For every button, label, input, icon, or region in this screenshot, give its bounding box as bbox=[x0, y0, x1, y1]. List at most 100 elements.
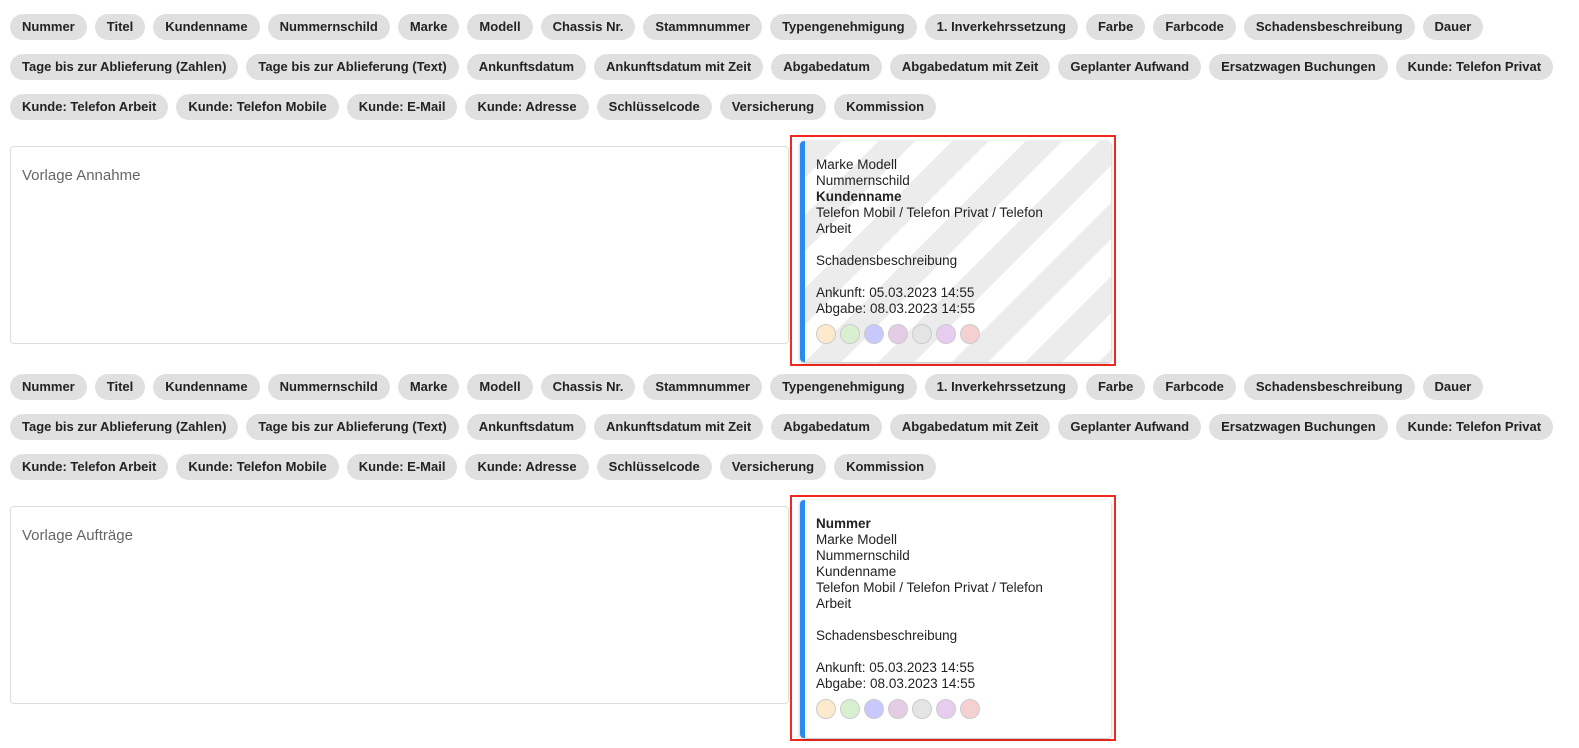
placeholder-chip[interactable]: Nummer bbox=[10, 14, 87, 40]
placeholder-chip[interactable]: Titel bbox=[94, 374, 146, 400]
preview-card-annahme: Marke Modell Nummernschild Kundenname Telef… bbox=[800, 141, 1111, 362]
preview-line: Ankunft: 05.03.2023 14:55 bbox=[816, 660, 975, 675]
placeholder-chip[interactable]: Modell bbox=[467, 374, 533, 400]
placeholder-chip[interactable]: Abgabedatum bbox=[771, 414, 882, 440]
placeholder-chip[interactable]: Kunde: Telefon Arbeit bbox=[10, 454, 169, 480]
placeholder-chip[interactable]: Abgabedatum mit Zeit bbox=[889, 54, 1051, 80]
placeholder-chip[interactable]: Schlüsselcode bbox=[596, 454, 712, 480]
placeholder-chip[interactable]: Ankunftsdatum bbox=[466, 54, 587, 80]
color-swatch[interactable] bbox=[840, 699, 860, 719]
preview-line bbox=[816, 269, 1100, 285]
placeholder-chip[interactable]: Typengenehmigung bbox=[770, 14, 917, 40]
placeholder-chip[interactable]: Schlüsselcode bbox=[596, 94, 712, 120]
placeholder-chip[interactable]: Schadensbeschreibung bbox=[1243, 14, 1415, 40]
placeholder-chip[interactable]: 1. Inverkehrssetzung bbox=[924, 14, 1078, 40]
placeholder-chip[interactable]: Tage bis zur Ablieferung (Text) bbox=[246, 54, 459, 80]
placeholder-chip[interactable]: Kunde: Adresse bbox=[465, 94, 589, 120]
preview-line bbox=[816, 612, 1100, 628]
color-swatches bbox=[816, 324, 1100, 344]
placeholder-chip[interactable]: Typengenehmigung bbox=[770, 374, 917, 400]
preview-card-auftraege: Nummer Marke Modell Nummernschild Kundennam… bbox=[800, 500, 1111, 738]
preview-line: Arbeit bbox=[816, 221, 852, 236]
placeholder-chip[interactable]: Kunde: Adresse bbox=[465, 454, 589, 480]
color-swatch[interactable] bbox=[888, 699, 908, 719]
placeholder-chip[interactable]: Farbcode bbox=[1153, 14, 1236, 40]
placeholder-chip[interactable]: Farbe bbox=[1085, 14, 1146, 40]
placeholder-chip[interactable]: Titel bbox=[94, 14, 146, 40]
placeholder-chip[interactable]: Geplanter Aufwand bbox=[1058, 414, 1202, 440]
placeholder-chip[interactable]: Geplanter Aufwand bbox=[1058, 54, 1202, 80]
color-swatch[interactable] bbox=[864, 699, 884, 719]
placeholder-chip[interactable]: Kunde: E-Mail bbox=[346, 454, 458, 480]
preview-line bbox=[816, 644, 1100, 660]
preview-line bbox=[816, 237, 1100, 253]
placeholder-chip[interactable]: Nummernschild bbox=[267, 374, 390, 400]
placeholder-chip[interactable]: Modell bbox=[467, 14, 533, 40]
template-placeholder: Vorlage Aufträge bbox=[22, 527, 133, 544]
placeholder-chip[interactable]: Marke bbox=[397, 374, 460, 400]
placeholder-chip[interactable]: Chassis Nr. bbox=[540, 14, 636, 40]
placeholder-chip[interactable]: Stammnummer bbox=[643, 14, 763, 40]
color-swatch[interactable] bbox=[912, 699, 932, 719]
placeholder-chip[interactable]: Kommission bbox=[834, 454, 937, 480]
placeholder-chip[interactable]: Kunde: Telefon Privat bbox=[1395, 414, 1554, 440]
color-swatches bbox=[816, 699, 1100, 719]
color-swatch[interactable] bbox=[888, 324, 908, 344]
template-placeholder: Vorlage Annahme bbox=[22, 167, 141, 184]
template-input-auftraege[interactable]: Vorlage Aufträge bbox=[10, 506, 789, 704]
preview-line: Schadensbeschreibung bbox=[816, 253, 958, 268]
preview-line: Marke Modell bbox=[816, 532, 898, 547]
placeholder-chip[interactable]: Chassis Nr. bbox=[540, 374, 636, 400]
color-swatch[interactable] bbox=[816, 324, 836, 344]
color-swatch[interactable] bbox=[816, 699, 836, 719]
placeholder-chip[interactable]: Marke bbox=[397, 14, 460, 40]
preview-line: Abgabe: 08.03.2023 14:55 bbox=[816, 301, 976, 316]
placeholder-chip[interactable]: Kunde: Telefon Privat bbox=[1395, 54, 1554, 80]
preview-line: Nummernschild bbox=[816, 548, 910, 563]
placeholder-chip[interactable]: Kunde: E-Mail bbox=[346, 94, 458, 120]
preview-line: Kundenname bbox=[816, 189, 902, 204]
placeholder-chip[interactable]: Ankunftsdatum mit Zeit bbox=[594, 54, 764, 80]
placeholder-chips-annahme: Nummer Titel Kundenname Nummernschild Marke M… bbox=[10, 14, 1570, 120]
placeholder-chip[interactable]: Abgabedatum bbox=[771, 54, 882, 80]
color-swatch[interactable] bbox=[960, 699, 980, 719]
placeholder-chip[interactable]: Dauer bbox=[1422, 14, 1484, 40]
placeholder-chip[interactable]: Farbe bbox=[1085, 374, 1146, 400]
preview-line: Schadensbeschreibung bbox=[816, 628, 958, 643]
color-swatch[interactable] bbox=[960, 324, 980, 344]
placeholder-chip[interactable]: Abgabedatum mit Zeit bbox=[889, 414, 1051, 440]
template-input-annahme[interactable]: Vorlage Annahme bbox=[10, 146, 789, 344]
color-swatch[interactable] bbox=[864, 324, 884, 344]
placeholder-chip[interactable]: Ersatzwagen Buchungen bbox=[1209, 414, 1388, 440]
placeholder-chip[interactable]: Tage bis zur Ablieferung (Zahlen) bbox=[10, 414, 239, 440]
placeholder-chip[interactable]: Kommission bbox=[834, 94, 937, 120]
placeholder-chip[interactable]: Kunde: Telefon Arbeit bbox=[10, 94, 169, 120]
placeholder-chip[interactable]: Ankunftsdatum mit Zeit bbox=[594, 414, 764, 440]
placeholder-chips-auftraege: Nummer Titel Kundenname Nummernschild Marke M… bbox=[10, 374, 1570, 480]
placeholder-chip[interactable]: Kunde: Telefon Mobile bbox=[176, 454, 339, 480]
placeholder-chip[interactable]: Versicherung bbox=[719, 94, 827, 120]
placeholder-chip[interactable]: Ersatzwagen Buchungen bbox=[1209, 54, 1388, 80]
preview-line: Ankunft: 05.03.2023 14:55 bbox=[816, 285, 975, 300]
placeholder-chip[interactable]: Tage bis zur Ablieferung (Text) bbox=[246, 414, 459, 440]
color-swatch[interactable] bbox=[840, 324, 860, 344]
preview-line: Kundenname bbox=[816, 564, 897, 579]
placeholder-chip[interactable]: Schadensbeschreibung bbox=[1243, 374, 1415, 400]
placeholder-chip[interactable]: Dauer bbox=[1422, 374, 1484, 400]
color-swatch[interactable] bbox=[936, 699, 956, 719]
preview-line: Nummer bbox=[816, 516, 871, 531]
placeholder-chip[interactable]: 1. Inverkehrssetzung bbox=[924, 374, 1078, 400]
placeholder-chip[interactable]: Versicherung bbox=[719, 454, 827, 480]
color-swatch[interactable] bbox=[936, 324, 956, 344]
placeholder-chip[interactable]: Stammnummer bbox=[643, 374, 763, 400]
preview-line: Abgabe: 08.03.2023 14:55 bbox=[816, 676, 976, 691]
placeholder-chip[interactable]: Kunde: Telefon Mobile bbox=[176, 94, 339, 120]
placeholder-chip[interactable]: Tage bis zur Ablieferung (Zahlen) bbox=[10, 54, 239, 80]
placeholder-chip[interactable]: Kundenname bbox=[153, 14, 260, 40]
placeholder-chip[interactable]: Nummer bbox=[10, 374, 87, 400]
placeholder-chip[interactable]: Kundenname bbox=[153, 374, 260, 400]
color-swatch[interactable] bbox=[912, 324, 932, 344]
placeholder-chip[interactable]: Farbcode bbox=[1153, 374, 1236, 400]
placeholder-chip[interactable]: Ankunftsdatum bbox=[466, 414, 587, 440]
placeholder-chip[interactable]: Nummernschild bbox=[267, 14, 390, 40]
